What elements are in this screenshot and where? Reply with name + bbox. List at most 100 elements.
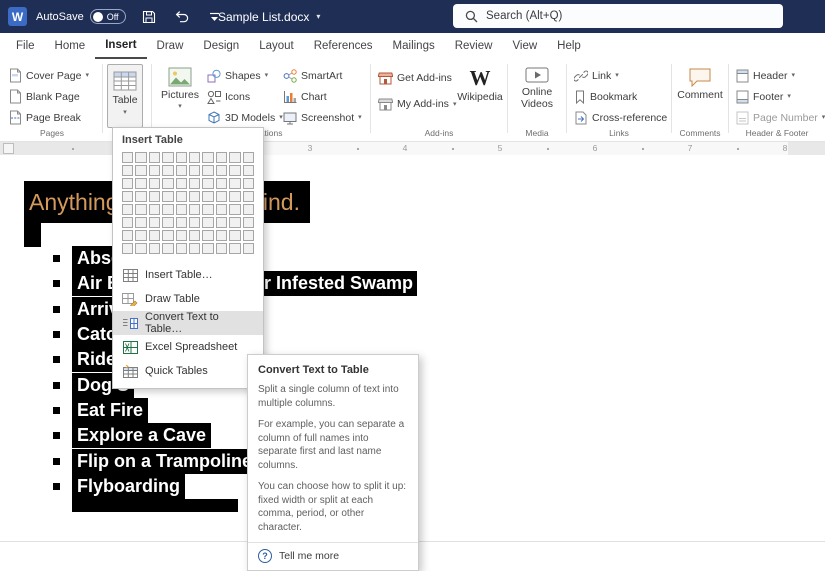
table-grid-cell[interactable] [202,178,213,189]
table-grid-cell[interactable] [216,191,227,202]
menu-item-convert-text-to-table[interactable]: Convert Text to Table… [113,311,263,335]
list-item[interactable]: Eat Fire [72,398,148,423]
table-grid-cell[interactable] [162,217,173,228]
table-grid-cell[interactable] [162,152,173,163]
table-grid-cell[interactable] [229,191,240,202]
smartart-button[interactable]: SmartArt [280,66,345,85]
menu-item-excel-spreadsheet[interactable]: Excel Spreadsheet [113,335,263,359]
table-grid-cell[interactable] [243,191,254,202]
tab-file[interactable]: File [6,33,45,59]
footer-button[interactable]: Footer ▾ [733,87,794,106]
header-button[interactable]: Header ▾ [733,66,798,85]
chart-button[interactable]: Chart [280,87,330,106]
table-grid-cell[interactable] [149,152,160,163]
tab-design[interactable]: Design [193,33,249,59]
table-grid-cell[interactable] [122,152,133,163]
table-grid-cell[interactable] [189,191,200,202]
list-item[interactable]: Flip on a Trampoline [72,449,257,474]
table-grid-cell[interactable] [162,230,173,241]
table-grid-cell[interactable] [162,243,173,254]
table-grid-cell[interactable] [229,204,240,215]
page-number-button[interactable]: Page Number ▾ [733,108,825,127]
table-grid-cell[interactable] [149,191,160,202]
table-grid-cell[interactable] [189,204,200,215]
menu-item-draw-table[interactable]: Draw Table [113,287,263,311]
table-grid-cell[interactable] [122,191,133,202]
table-grid-cell[interactable] [229,243,240,254]
table-grid-cell[interactable] [162,191,173,202]
table-grid-cell[interactable] [149,217,160,228]
table-grid-cell[interactable] [176,230,187,241]
get-addins-button[interactable]: Get Add-ins [375,66,455,90]
table-grid-cell[interactable] [135,191,146,202]
page-break-button[interactable]: Page Break [6,108,84,127]
table-grid-cell[interactable] [149,243,160,254]
table-grid-cell[interactable] [122,217,133,228]
table-grid-cell[interactable] [122,178,133,189]
table-grid-cell[interactable] [202,230,213,241]
link-button[interactable]: Link ▾ [571,66,622,85]
table-grid-cell[interactable] [135,152,146,163]
table-grid-cell[interactable] [243,165,254,176]
table-grid-cell[interactable] [122,204,133,215]
table-grid-cell[interactable] [176,191,187,202]
tell-me-more-link[interactable]: ? Tell me more [248,542,418,570]
table-grid-cell[interactable] [162,204,173,215]
pictures-button[interactable]: Pictures ▾ [156,62,204,110]
table-grid-cell[interactable] [176,217,187,228]
table-grid-cell[interactable] [176,204,187,215]
table-grid-cell[interactable] [229,230,240,241]
tab-references[interactable]: References [304,33,383,59]
table-grid-cell[interactable] [149,204,160,215]
3d-models-button[interactable]: 3D Models ▾ [204,108,286,127]
comment-button[interactable]: Comment [676,62,724,101]
table-grid-cell[interactable] [189,243,200,254]
table-grid-cell[interactable] [216,178,227,189]
menu-item-quick-tables[interactable]: Quick Tables ▸ [113,359,263,383]
table-grid-cell[interactable] [202,217,213,228]
table-grid-cell[interactable] [202,243,213,254]
table-grid-cell[interactable] [216,204,227,215]
online-videos-button[interactable]: Online Videos [512,62,562,110]
table-grid-cell[interactable] [202,165,213,176]
table-grid-cell[interactable] [229,165,240,176]
title-caret-icon[interactable]: ▾ [316,13,320,21]
cross-reference-button[interactable]: Cross-reference [571,108,670,127]
table-grid-cell[interactable] [189,217,200,228]
table-grid-cell[interactable] [216,152,227,163]
table-grid-cell[interactable] [243,178,254,189]
table-grid-cell[interactable] [243,243,254,254]
cover-page-button[interactable]: Cover Page ▾ [6,66,92,85]
undo-icon[interactable] [172,7,192,27]
tab-review[interactable]: Review [445,33,503,59]
table-grid-cell[interactable] [229,178,240,189]
table-grid-cell[interactable] [122,243,133,254]
table-grid-cell[interactable] [122,165,133,176]
table-grid-cell[interactable] [216,165,227,176]
menu-item-insert-table[interactable]: Insert Table… [113,263,263,287]
bookmark-button[interactable]: Bookmark [571,87,640,106]
table-grid-cell[interactable] [149,165,160,176]
tab-selector[interactable] [3,143,14,154]
table-grid-cell[interactable] [176,165,187,176]
table-grid-cell[interactable] [135,243,146,254]
table-grid-cell[interactable] [243,152,254,163]
table-grid-cell[interactable] [176,152,187,163]
table-grid-cell[interactable] [202,152,213,163]
table-grid-cell[interactable] [122,230,133,241]
tab-layout[interactable]: Layout [249,33,304,59]
tab-mailings[interactable]: Mailings [383,33,445,59]
save-icon[interactable] [139,7,159,27]
wikipedia-button[interactable]: W Wikipedia [457,62,503,103]
table-grid-cell[interactable] [189,165,200,176]
table-grid-cell[interactable] [243,217,254,228]
tab-home[interactable]: Home [45,33,96,59]
table-grid-cell[interactable] [216,217,227,228]
table-grid-cell[interactable] [135,217,146,228]
screenshot-button[interactable]: Screenshot ▾ [280,108,365,127]
table-grid-cell[interactable] [202,204,213,215]
table-button[interactable]: Table ▾ [107,64,143,128]
table-grid-cell[interactable] [216,243,227,254]
table-grid-cell[interactable] [189,152,200,163]
table-grid-cell[interactable] [243,204,254,215]
